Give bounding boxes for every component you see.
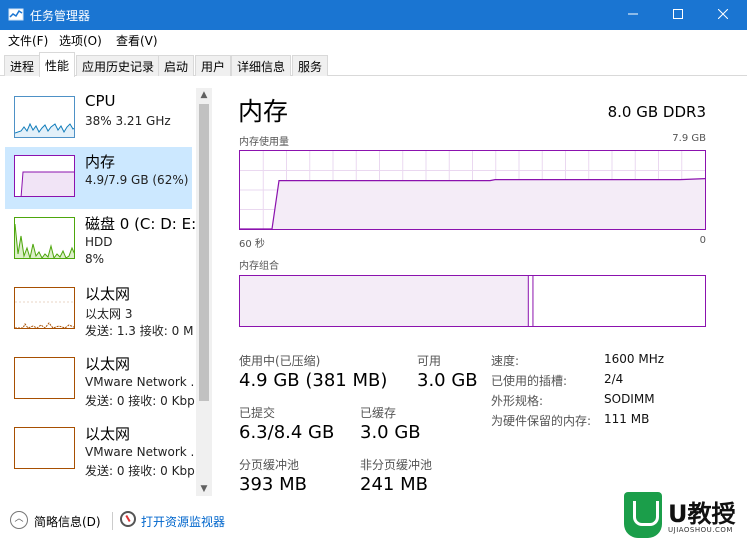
form-factor-label: 外形规格: [491,394,544,408]
close-icon [717,8,729,20]
watermark-logo: U教授 UJIAOSHOU.COM [624,490,742,542]
scroll-down-icon[interactable]: ▼ [196,482,212,496]
memory-usage-graph [239,150,706,230]
tab-performance[interactable]: 性能 [39,52,76,77]
sidebar-item-detail: HDD [85,235,113,249]
cached-value: 3.0 GB [360,422,421,443]
brief-details-button[interactable]: 简略信息(D) [34,513,101,530]
usage-area [240,178,705,229]
speed-label: 速度: [491,354,520,368]
tab-users[interactable]: 用户 [195,55,232,76]
sidebar-item-label: 以太网 [85,425,131,443]
available-value: 3.0 GB [417,370,478,391]
sidebar-scrollbar[interactable]: ▲ ▼ [196,88,212,496]
task-manager-icon [8,8,24,21]
menu-view[interactable]: 查看(V) [116,32,158,49]
form-factor-value: SODIMM [604,392,655,406]
sidebar-item-label: 以太网 [85,285,131,303]
slots-value: 2/4 [604,372,624,386]
performance-sidebar: CPU 38% 3.21 GHz 内存 4.9/7.9 GB (62%) 磁盘 … [5,88,213,496]
sidebar-item-detail: 38% 3.21 GHz [85,114,171,128]
sidebar-item-label: 磁盘 0 (C: D: E: [85,215,197,233]
sidebar-item-detail: 8% [85,252,105,266]
composition-in-use-segment [240,276,529,326]
in-use-label: 使用中(已压缩) [239,354,321,368]
sidebar-item-memory[interactable]: 内存 4.9/7.9 GB (62%) [5,147,192,209]
sidebar-item-detail: 发送: 0 接收: 0 Kbp [85,464,195,478]
resource-monitor-icon [120,511,136,527]
paged-pool-value: 393 MB [239,474,307,495]
ethernet-thumbnail-graph [14,287,75,329]
menu-file[interactable]: 文件(F) [8,32,48,49]
maximize-button[interactable] [655,0,701,30]
sidebar-item-detail: 4.9/7.9 GB (62%) [85,173,189,187]
tab-bar: 进程 性能 应用历史记录 启动 用户 详细信息 服务 [0,52,747,77]
sidebar-item-ethernet-3[interactable]: 以太网 VMware Network . 发送: 0 接收: 0 Kbp [5,419,195,481]
sidebar-item-ethernet-1[interactable]: 以太网 以太网 3 发送: 1.3 接收: 0 M [5,279,194,341]
cpu-thumbnail-graph [14,96,75,138]
nonpaged-pool-label: 非分页缓冲池 [360,458,433,472]
scrollbar-thumb[interactable] [199,104,209,401]
menu-bar: 文件(F) 选项(O) 查看(V) [0,30,747,50]
memory-thumbnail-graph [14,155,75,197]
sidebar-item-label: 以太网 [85,355,131,373]
maximize-icon [673,9,683,19]
sidebar-item-label: 内存 [85,153,116,171]
committed-label: 已提交 [239,406,276,420]
memory-panel: 内存 8.0 GB DDR3 内存使用量 7.9 GB 60 秒 0 内存组合 … [218,78,747,498]
memory-spec: 8.0 GB DDR3 [607,103,706,121]
tab-details[interactable]: 详细信息 [231,55,292,76]
available-label: 可用 [417,354,442,368]
disk-thumbnail-graph [14,217,75,259]
tab-app-history[interactable]: 应用历史记录 [76,55,161,76]
scroll-up-icon[interactable]: ▲ [196,88,212,102]
sidebar-item-ethernet-2[interactable]: 以太网 VMware Network . 发送: 0 接收: 0 Kbp [5,349,195,411]
minimize-icon [628,13,638,15]
chevron-up-icon[interactable]: ︿ [10,511,28,529]
watermark-site: UJIAOSHOU.COM [668,526,733,534]
menu-options[interactable]: 选项(O) [59,32,102,49]
cached-label: 已缓存 [360,406,397,420]
shield-icon [624,492,662,538]
tab-services[interactable]: 服务 [292,55,329,76]
tab-processes[interactable]: 进程 [4,55,41,76]
graph-time-label: 60 秒 [239,239,265,250]
footer-divider [112,512,113,530]
close-button[interactable] [700,0,746,30]
sidebar-item-detail: 发送: 0 接收: 0 Kbp [85,394,195,408]
sidebar-item-detail: 以太网 3 [85,307,133,321]
sidebar-item-detail: 发送: 1.3 接收: 0 M [85,324,194,338]
title-bar: 任务管理器 [0,0,747,30]
sidebar-item-label: CPU [85,92,116,110]
minimize-button[interactable] [610,0,656,30]
ethernet-thumbnail-graph [14,427,75,469]
sidebar-item-detail: VMware Network . [85,445,195,459]
speed-value: 1600 MHz [604,352,665,366]
usage-graph-max: 7.9 GB [672,133,706,144]
sidebar-item-cpu[interactable]: CPU 38% 3.21 GHz [5,88,192,150]
memory-composition-bar [239,275,706,327]
window-title: 任务管理器 [30,9,91,23]
in-use-value: 4.9 GB (381 MB) [239,370,388,391]
graph-min-label: 0 [699,235,706,246]
usage-graph-label: 内存使用量 [239,137,289,148]
ethernet-thumbnail-graph [14,357,75,399]
tab-startup[interactable]: 启动 [158,55,195,76]
sidebar-item-detail: VMware Network . [85,375,195,389]
composition-label: 内存组合 [239,261,279,272]
watermark-brand: U教授 [668,500,736,528]
nonpaged-pool-value: 241 MB [360,474,428,495]
sidebar-item-disk[interactable]: 磁盘 0 (C: D: E: HDD 8% [5,209,196,271]
open-resource-monitor-link[interactable]: 打开资源监视器 [141,513,225,530]
paged-pool-label: 分页缓冲池 [239,458,300,472]
hardware-reserved-value: 111 MB [604,412,650,426]
committed-value: 6.3/8.4 GB [239,422,335,443]
hardware-reserved-label: 为硬件保留的内存: [491,414,592,428]
page-title: 内存 [238,97,289,126]
slots-label: 已使用的插槽: [491,374,568,388]
